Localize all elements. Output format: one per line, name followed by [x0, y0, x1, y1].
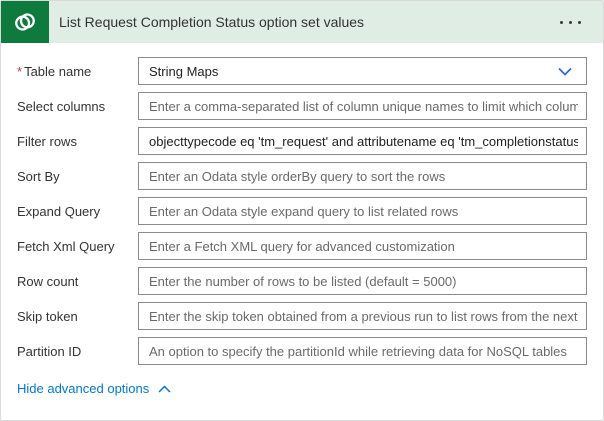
hide-advanced-options-label: Hide advanced options: [17, 381, 149, 396]
field-label-table-name: * Table name: [17, 64, 138, 79]
chevron-down-icon: [558, 67, 572, 76]
action-card-header[interactable]: List Request Completion Status option se…: [1, 1, 603, 43]
field-label-row-count: Row count: [17, 274, 138, 289]
field-row-table-name: * Table name String Maps: [17, 57, 587, 85]
sort-by-input[interactable]: [138, 162, 587, 190]
field-row-fetch-xml-query: Fetch Xml Query: [17, 232, 587, 260]
field-row-row-count: Row count: [17, 267, 587, 295]
field-row-select-columns: Select columns: [17, 92, 587, 120]
skip-token-input[interactable]: [138, 302, 587, 330]
field-row-expand-query: Expand Query: [17, 197, 587, 225]
field-label-fetch-xml-query: Fetch Xml Query: [17, 239, 138, 254]
partition-id-input[interactable]: [138, 337, 587, 365]
ellipsis-dot: [569, 21, 572, 24]
table-name-dropdown-value: String Maps: [149, 64, 218, 79]
field-label-select-columns: Select columns: [17, 99, 138, 114]
hide-advanced-options-link[interactable]: Hide advanced options: [17, 381, 171, 396]
ellipsis-dot: [578, 21, 581, 24]
fetch-xml-query-input[interactable]: [138, 232, 587, 260]
parameters-form: * Table name String Maps Select columns …: [1, 43, 603, 372]
ellipsis-dot: [560, 21, 563, 24]
row-count-input[interactable]: [138, 267, 587, 295]
field-label-text: Table name: [24, 64, 91, 79]
action-card: List Request Completion Status option se…: [0, 0, 604, 421]
field-row-skip-token: Skip token: [17, 302, 587, 330]
field-row-sort-by: Sort By: [17, 162, 587, 190]
dataverse-icon: [1, 1, 49, 43]
field-label-skip-token: Skip token: [17, 309, 138, 324]
table-name-dropdown[interactable]: String Maps: [138, 57, 587, 85]
field-row-partition-id: Partition ID: [17, 337, 587, 365]
expand-query-input[interactable]: [138, 197, 587, 225]
chevron-up-icon: [158, 385, 171, 393]
select-columns-input[interactable]: [138, 92, 587, 120]
field-row-filter-rows: Filter rows: [17, 127, 587, 155]
required-asterisk: *: [17, 64, 22, 79]
field-label-sort-by: Sort By: [17, 169, 138, 184]
field-label-expand-query: Expand Query: [17, 204, 138, 219]
field-label-filter-rows: Filter rows: [17, 134, 138, 149]
card-footer: Hide advanced options: [1, 372, 603, 398]
filter-rows-input[interactable]: [138, 127, 587, 155]
field-label-partition-id: Partition ID: [17, 344, 138, 359]
ellipsis-menu-button[interactable]: [558, 15, 583, 30]
action-title: List Request Completion Status option se…: [59, 14, 364, 30]
